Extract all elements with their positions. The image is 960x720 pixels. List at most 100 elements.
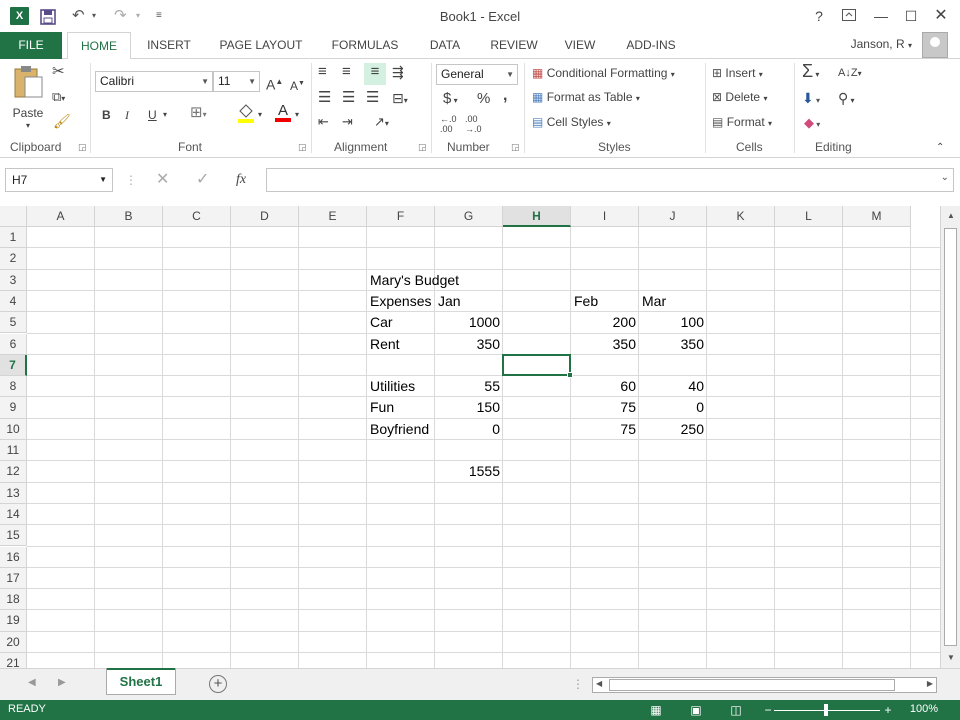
currency-button[interactable]: $ ▾ (443, 90, 458, 110)
paste-button[interactable]: Paste ▾ (10, 65, 46, 130)
cut-icon[interactable]: ✂ (52, 63, 65, 81)
cell-i6[interactable]: 350 (571, 334, 639, 355)
cell-i9[interactable]: 75 (571, 397, 639, 418)
cell-f6[interactable]: Rent (367, 334, 403, 355)
row-header-2[interactable]: 2 (0, 248, 27, 270)
number-launcher-icon[interactable]: ◲ (511, 142, 520, 153)
row-header-9[interactable]: 9 (0, 397, 27, 419)
number-format-select[interactable]: General ▼ (436, 64, 518, 85)
cell-g9[interactable]: 150 (435, 397, 503, 418)
wrap-text-icon[interactable]: ⇶ (392, 63, 404, 81)
cell-j4[interactable]: Mar (639, 291, 669, 312)
tab-add-ins[interactable]: ADD-INS (616, 32, 686, 59)
cell-g5[interactable]: 1000 (435, 312, 503, 333)
cell-i10[interactable]: 75 (571, 419, 639, 440)
tab-insert[interactable]: INSERT (138, 32, 200, 59)
column-header-c[interactable]: C (163, 206, 231, 227)
fill-color-button[interactable] (236, 103, 256, 128)
name-box[interactable]: H7 ▼ (5, 168, 113, 192)
cell-f8[interactable]: Utilities (367, 376, 418, 397)
row-header-15[interactable]: 15 (0, 525, 27, 547)
alignment-launcher-icon[interactable]: ◲ (418, 142, 427, 153)
worksheet-grid[interactable]: ABCDEFGHIJKLM 1 2 3 4 5 6 7 8 9 10 11 12 13 14 15 16 17 1… (0, 206, 940, 668)
select-all-corner[interactable] (0, 206, 27, 227)
user-account[interactable]: Janson, R ▾ (851, 37, 912, 51)
row-header-6[interactable]: 6 (0, 333, 27, 355)
column-header-e[interactable]: E (299, 206, 367, 227)
underline-dropdown-icon[interactable]: ▾ (163, 106, 167, 124)
row-header-8[interactable]: 8 (0, 376, 27, 398)
row-header-7[interactable]: 7 (0, 354, 27, 377)
bold-button[interactable]: B (102, 106, 111, 124)
row-header-11[interactable]: 11 (0, 440, 27, 462)
align-left-icon[interactable]: ☰ (318, 89, 331, 107)
redo-dropdown-icon[interactable]: ▾ (136, 6, 140, 26)
scroll-right-icon[interactable]: ▶ (927, 679, 933, 688)
avatar[interactable] (922, 32, 948, 58)
maximize-icon[interactable]: ☐ (900, 5, 922, 27)
scroll-down-icon[interactable]: ▼ (945, 652, 957, 664)
horizontal-scroll-thumb[interactable] (609, 679, 895, 691)
middle-align-icon[interactable]: ≡ (342, 63, 351, 81)
cell-f10[interactable]: Boyfriend (367, 419, 432, 440)
column-header-g[interactable]: G (435, 206, 503, 227)
tab-split-grip-icon[interactable]: ⋮ (572, 675, 584, 693)
cell-j10[interactable]: 250 (639, 419, 707, 440)
row-header-4[interactable]: 4 (0, 290, 27, 313)
column-header-b[interactable]: B (95, 206, 163, 227)
close-icon[interactable]: ✕ (930, 5, 952, 27)
column-header-d[interactable]: D (231, 206, 299, 227)
row-header-18[interactable]: 18 (0, 589, 27, 611)
column-header-m[interactable]: M (843, 206, 911, 227)
font-family-select[interactable]: Calibri ▼ (95, 71, 213, 92)
font-launcher-icon[interactable]: ◲ (298, 142, 307, 153)
cancel-entry-icon[interactable]: ✕ (156, 171, 169, 189)
clear-icon[interactable]: ◆ ▾ (804, 114, 820, 134)
vertical-scroll-thumb[interactable] (944, 228, 957, 646)
column-header-i[interactable]: I (571, 206, 639, 227)
merge-center-icon[interactable]: ⊟▾ (392, 89, 408, 110)
cell-i5[interactable]: 200 (571, 312, 639, 333)
insert-cells-button[interactable]: ⊞ Insert ▾ (712, 64, 763, 84)
fill-handle[interactable] (567, 372, 573, 379)
percent-button[interactable]: % (477, 90, 490, 108)
shrink-font-button[interactable]: A▼ (290, 75, 305, 95)
find-select-icon[interactable]: ⚲ ▾ (838, 89, 855, 110)
format-cells-button[interactable]: ▤ Format ▾ (712, 113, 772, 133)
font-color-dropdown-icon[interactable]: ▾ (295, 106, 299, 124)
cell-f4[interactable]: Expenses (367, 291, 434, 312)
row-header-5[interactable]: 5 (0, 312, 27, 334)
column-header-h[interactable]: H (503, 206, 571, 227)
undo-icon[interactable]: ↶ (72, 6, 85, 26)
cell-g4[interactable]: Jan (435, 291, 464, 312)
horizontal-scrollbar[interactable]: ◀ ▶ (592, 677, 937, 693)
row-header-13[interactable]: 13 (0, 482, 27, 504)
row-header-12[interactable]: 12 (0, 461, 27, 483)
cell-i8[interactable]: 60 (571, 376, 639, 397)
collapse-ribbon-icon[interactable]: ⌃ (936, 139, 944, 157)
conditional-formatting-button[interactable]: ▦ Conditional Formatting ▾ (532, 64, 675, 84)
bottom-align-icon[interactable]: ≡ (364, 63, 386, 85)
zoom-in-icon[interactable]: + (880, 702, 896, 718)
insert-function-icon[interactable]: fx (236, 171, 246, 189)
decrease-decimal-icon[interactable]: .00 →.0 (465, 114, 482, 134)
cell-g12[interactable]: 1555 (435, 461, 503, 482)
cell-j9[interactable]: 0 (639, 397, 707, 418)
autosum-button[interactable]: Σ ▾ (802, 62, 819, 84)
tab-page-layout[interactable]: PAGE LAYOUT (212, 32, 310, 59)
comma-button[interactable]: , (503, 87, 507, 105)
column-header-k[interactable]: K (707, 206, 775, 227)
row-header-19[interactable]: 19 (0, 610, 27, 632)
orientation-icon[interactable]: ↗▾ (374, 113, 389, 133)
row-header-3[interactable]: 3 (0, 269, 27, 291)
redo-icon[interactable]: ↷ (114, 6, 127, 26)
clipboard-launcher-icon[interactable]: ◲ (78, 142, 87, 153)
tab-review[interactable]: REVIEW (484, 32, 544, 59)
undo-dropdown-icon[interactable]: ▾ (92, 6, 96, 26)
italic-button[interactable]: I (125, 106, 129, 124)
format-painter-icon[interactable]: 🖌 (53, 112, 71, 130)
row-header-10[interactable]: 10 (0, 418, 27, 440)
cell-f9[interactable]: Fun (367, 397, 397, 418)
tab-formulas[interactable]: FORMULAS (322, 32, 408, 59)
next-sheet-icon[interactable]: ▶ (58, 677, 66, 688)
